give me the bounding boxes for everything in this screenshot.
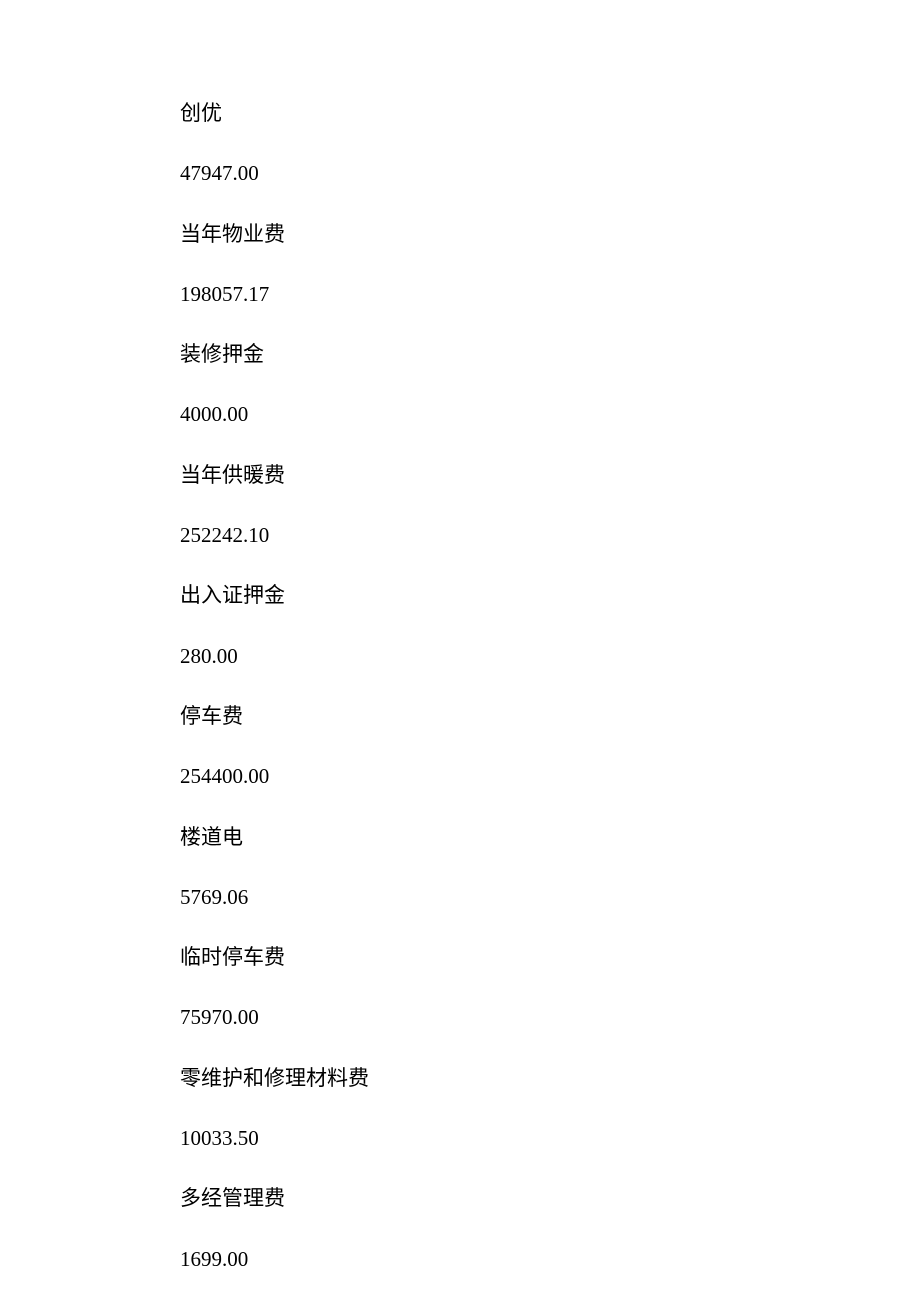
item-label: 停车费 <box>180 703 920 730</box>
item-value: 252242.10 <box>180 522 920 549</box>
item-value: 10033.50 <box>180 1125 920 1152</box>
item-label: 出入证押金 <box>180 582 920 609</box>
item-label: 楼道电 <box>180 824 920 851</box>
item-label: 当年物业费 <box>180 221 920 248</box>
item-value: 75970.00 <box>180 1004 920 1031</box>
item-label: 装修押金 <box>180 341 920 368</box>
item-value: 5769.06 <box>180 884 920 911</box>
item-value: 254400.00 <box>180 763 920 790</box>
item-value: 47947.00 <box>180 160 920 187</box>
item-value: 280.00 <box>180 643 920 670</box>
item-label: 当年供暖费 <box>180 462 920 489</box>
item-value: 4000.00 <box>180 401 920 428</box>
item-value: 198057.17 <box>180 281 920 308</box>
item-label: 创优 <box>180 100 920 127</box>
item-label: 多经管理费 <box>180 1185 920 1212</box>
item-label: 零维护和修理材料费 <box>180 1065 920 1092</box>
item-label: 临时停车费 <box>180 944 920 971</box>
item-value: 1699.00 <box>180 1246 920 1273</box>
